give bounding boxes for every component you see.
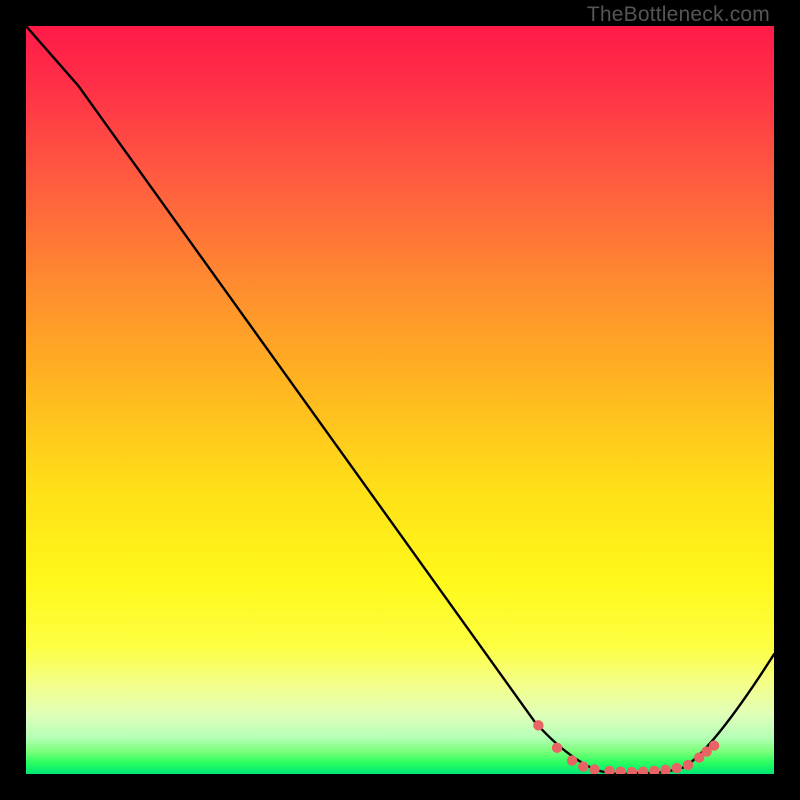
watermark-text: TheBottleneck.com bbox=[587, 3, 770, 27]
chart-frame bbox=[26, 26, 774, 774]
chart-background-gradient bbox=[26, 26, 774, 774]
